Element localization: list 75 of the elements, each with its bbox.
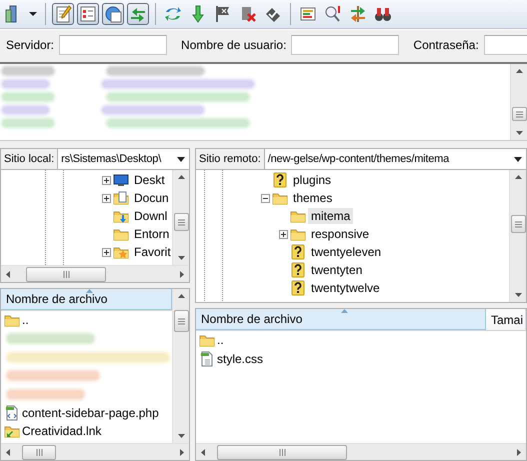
input-field[interactable] — [484, 35, 527, 55]
vertical-scrollbar[interactable] — [509, 170, 526, 302]
path-dropdown[interactable]: rs\Sistemas\Desktop\ — [58, 148, 190, 170]
panes-icon — [78, 4, 98, 24]
scroll-thumb[interactable] — [510, 215, 526, 233]
path-dropdown[interactable]: /new-gelse/wp-content/themes/mitema — [264, 148, 527, 170]
horizontal-scrollbar[interactable] — [196, 443, 526, 460]
expand-icon[interactable] — [278, 230, 288, 238]
scroll-thumb[interactable] — [22, 444, 56, 460]
scroll-thumb[interactable] — [512, 107, 526, 121]
php-file-icon — [4, 404, 20, 421]
tree-item[interactable]: themes — [290, 190, 336, 206]
column-header[interactable]: Nombre de archivo — [196, 309, 486, 330]
grip-icon — [178, 218, 184, 226]
grip-icon — [278, 448, 286, 456]
tree-item[interactable]: mitema — [308, 208, 354, 224]
question-icon — [290, 280, 306, 296]
site-label: Sitio remoto: — [195, 148, 265, 170]
scroll-thumb[interactable] — [174, 310, 188, 332]
file-name[interactable]: content-sidebar-page.php — [22, 406, 159, 420]
input-field[interactable] — [291, 35, 400, 55]
document-folder-icon — [113, 190, 129, 206]
monitor-icon — [113, 172, 129, 188]
file-name[interactable]: .. — [217, 333, 224, 348]
tree-item[interactable]: twentyeleven — [308, 244, 384, 260]
toggle-button[interactable] — [77, 3, 99, 25]
expand-icon[interactable] — [102, 194, 110, 202]
field-label: Contraseña: — [413, 38, 479, 52]
caret-icon — [29, 12, 37, 16]
collapse-icon[interactable] — [260, 194, 270, 202]
globe-icon — [103, 4, 123, 24]
scroll-thumb[interactable] — [174, 213, 188, 231]
file-name[interactable]: .. — [22, 313, 29, 328]
grip-icon — [62, 270, 70, 278]
sort-arrow-icon — [86, 289, 93, 293]
column-header[interactable]: Tamai — [486, 309, 526, 330]
tree-item[interactable]: Deskt — [131, 172, 168, 188]
tree-item[interactable]: Downl — [131, 208, 170, 224]
input-field[interactable] — [59, 35, 168, 55]
scroll-thumb[interactable] — [26, 266, 106, 282]
field-label: Servidor: — [6, 38, 54, 52]
scroll-thumb[interactable] — [217, 444, 347, 460]
file-name[interactable]: style.css — [217, 352, 264, 366]
expand-icon[interactable] — [102, 248, 110, 256]
question-icon — [272, 172, 288, 188]
toggle-button[interactable] — [102, 3, 124, 25]
field-label: Nombre de usuario: — [181, 38, 286, 52]
horizontal-scrollbar[interactable] — [1, 265, 189, 282]
tree-item[interactable]: Favorit — [131, 244, 172, 260]
search-icon — [323, 4, 343, 24]
vertical-scrollbar[interactable] — [172, 289, 189, 443]
tree-item[interactable]: twentyten — [308, 262, 366, 278]
grip-icon — [178, 318, 184, 324]
vertical-scrollbar[interactable] — [172, 170, 189, 265]
toggle-button[interactable] — [127, 3, 149, 25]
question-icon — [290, 244, 306, 260]
tree-item[interactable]: Docun — [131, 190, 172, 206]
tree-item[interactable]: plugins — [290, 172, 334, 188]
tree-item[interactable]: twentytwelve — [308, 280, 383, 296]
grip-icon — [516, 110, 522, 118]
site-label: Sitio local: — [0, 148, 58, 170]
sync-icon — [348, 4, 368, 24]
grip-icon — [36, 448, 42, 456]
vertical-scrollbar[interactable] — [510, 64, 527, 140]
sort-arrow-icon — [340, 309, 348, 313]
toggle-button[interactable] — [52, 3, 74, 25]
css-file-icon — [199, 350, 215, 367]
tree-item[interactable]: Entorn — [131, 226, 172, 242]
expand-icon[interactable] — [102, 176, 110, 184]
horizontal-scrollbar[interactable] — [1, 443, 189, 460]
question-icon — [290, 262, 306, 278]
column-header[interactable]: Nombre de archivo — [1, 289, 172, 310]
tree-item[interactable]: responsive — [308, 226, 372, 242]
file-name[interactable]: Creatividad.lnk — [22, 424, 102, 438]
grip-icon — [514, 220, 522, 228]
